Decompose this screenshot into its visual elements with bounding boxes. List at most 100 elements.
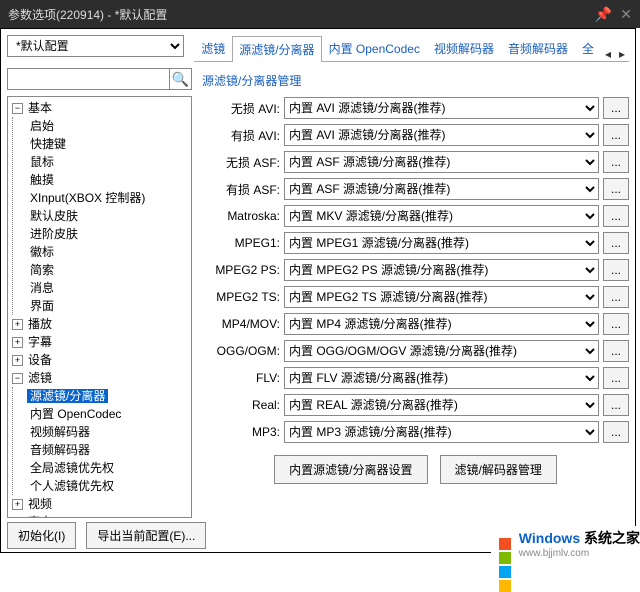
- tree-search[interactable]: 简索: [27, 263, 57, 277]
- footer: 初始化(I) 导出当前配置(E)...: [7, 522, 206, 549]
- setting-row: MPEG1:内置 MPEG1 源滤镜/分离器(推荐)...: [202, 232, 629, 254]
- setting-more-button[interactable]: ...: [603, 340, 629, 362]
- titlebar: 参数选项(220914) - *默认配置 📌 ✕: [0, 0, 640, 28]
- setting-more-button[interactable]: ...: [603, 367, 629, 389]
- setting-select[interactable]: 内置 MP3 源滤镜/分离器(推荐): [284, 421, 599, 443]
- setting-label: 无损 ASF:: [202, 154, 280, 171]
- setting-more-button[interactable]: ...: [603, 97, 629, 119]
- tree-audio[interactable]: 声音: [25, 515, 55, 518]
- setting-more-button[interactable]: ...: [603, 232, 629, 254]
- tree-filter-global[interactable]: 全局滤镜优先权: [27, 461, 117, 475]
- tab-source-splitter[interactable]: 源滤镜/分离器: [232, 36, 321, 62]
- mid-row: 🔍 −基本 启始 快捷键 鼠标 触摸 XInput(XBOX 控制器) 默认皮肤…: [1, 68, 635, 518]
- tree-basic[interactable]: 基本: [25, 101, 55, 115]
- setting-select[interactable]: 内置 MPEG2 TS 源滤镜/分离器(推荐): [284, 286, 599, 308]
- tree-filter-personal[interactable]: 个人滤镜优先权: [27, 479, 117, 493]
- tree-logo[interactable]: 徽标: [27, 245, 57, 259]
- search-input[interactable]: [8, 69, 169, 89]
- top-row: *默认配置 滤镜 源滤镜/分离器 内置 OpenCodec 视频解码器 音频解码…: [1, 29, 635, 68]
- toggle-video[interactable]: +: [12, 499, 23, 510]
- setting-select[interactable]: 内置 AVI 源滤镜/分离器(推荐): [284, 124, 599, 146]
- tab-video-decoder[interactable]: 视频解码器: [427, 35, 501, 61]
- tree-video[interactable]: 视频: [25, 497, 55, 511]
- window-title: 参数选项(220914) - *默认配置: [8, 6, 595, 23]
- setting-select[interactable]: 内置 FLV 源滤镜/分离器(推荐): [284, 367, 599, 389]
- setting-more-button[interactable]: ...: [603, 313, 629, 335]
- tab-opencodec[interactable]: 内置 OpenCodec: [322, 35, 427, 61]
- tab-audio-decoder[interactable]: 音频解码器: [501, 35, 575, 61]
- tab-scroll-right[interactable]: ▸: [615, 47, 629, 61]
- close-icon[interactable]: ✕: [620, 6, 632, 23]
- setting-label: 无损 AVI:: [202, 100, 280, 117]
- setting-more-button[interactable]: ...: [603, 178, 629, 200]
- tree-device[interactable]: 设备: [25, 353, 55, 367]
- tree-hotkey[interactable]: 快捷键: [27, 137, 69, 151]
- tree-filter[interactable]: 滤镜: [25, 371, 55, 385]
- setting-more-button[interactable]: ...: [603, 205, 629, 227]
- setting-more-button[interactable]: ...: [603, 421, 629, 443]
- toggle-audio[interactable]: +: [12, 517, 23, 518]
- setting-more-button[interactable]: ...: [603, 286, 629, 308]
- tree-skin-default[interactable]: 默认皮肤: [27, 209, 81, 223]
- tree-play[interactable]: 播放: [25, 317, 55, 331]
- left-column: 🔍 −基本 启始 快捷键 鼠标 触摸 XInput(XBOX 控制器) 默认皮肤…: [7, 68, 192, 518]
- tab-all[interactable]: 全: [575, 35, 601, 61]
- btn-filter-manage[interactable]: 滤镜/解码器管理: [440, 455, 557, 484]
- tab-filter[interactable]: 滤镜: [194, 35, 232, 61]
- toggle-filter[interactable]: −: [12, 373, 23, 384]
- watermark-text: Windows 系统之家 www.bjjmlv.com: [519, 528, 640, 559]
- setting-label: MPEG2 PS:: [202, 263, 280, 277]
- tree-subtitle[interactable]: 字幕: [25, 335, 55, 349]
- setting-more-button[interactable]: ...: [603, 259, 629, 281]
- setting-label: MPEG2 TS:: [202, 290, 280, 304]
- setting-select[interactable]: 内置 ASF 源滤镜/分离器(推荐): [284, 178, 599, 200]
- pin-icon[interactable]: 📌: [595, 6, 612, 23]
- setting-select[interactable]: 内置 OGG/OGM/OGV 源滤镜/分离器(推荐): [284, 340, 599, 362]
- search-icon[interactable]: 🔍: [169, 69, 191, 89]
- setting-row: MPEG2 PS: 内置 MPEG2 PS 源滤镜/分离器(推荐)...: [202, 259, 629, 281]
- setting-more-button[interactable]: ...: [603, 151, 629, 173]
- setting-select[interactable]: 内置 MPEG1 源滤镜/分离器(推荐): [284, 232, 599, 254]
- tree-start[interactable]: 启始: [27, 119, 57, 133]
- panel-title: 源滤镜/分离器管理: [202, 72, 629, 89]
- tree-video-decoder[interactable]: 视频解码器: [27, 425, 93, 439]
- setting-row: MP3:内置 MP3 源滤镜/分离器(推荐)...: [202, 421, 629, 443]
- setting-row: 无损 ASF:内置 ASF 源滤镜/分离器(推荐)...: [202, 151, 629, 173]
- btn-internal-settings[interactable]: 内置源滤镜/分离器设置: [274, 455, 427, 484]
- toggle-basic[interactable]: −: [12, 103, 23, 114]
- toggle-subtitle[interactable]: +: [12, 337, 23, 348]
- nav-tree[interactable]: −基本 启始 快捷键 鼠标 触摸 XInput(XBOX 控制器) 默认皮肤 进…: [7, 96, 192, 518]
- setting-select[interactable]: 内置 AVI 源滤镜/分离器(推荐): [284, 97, 599, 119]
- setting-label: OGG/OGM:: [202, 344, 280, 358]
- setting-more-button[interactable]: ...: [603, 394, 629, 416]
- setting-label: Matroska:: [202, 209, 280, 223]
- setting-more-button[interactable]: ...: [603, 124, 629, 146]
- tree-interface[interactable]: 界面: [27, 299, 57, 313]
- profile-select[interactable]: *默认配置: [7, 35, 184, 57]
- setting-row: 无损 AVI:内置 AVI 源滤镜/分离器(推荐)...: [202, 97, 629, 119]
- setting-label: 有损 AVI:: [202, 127, 280, 144]
- toggle-play[interactable]: +: [12, 319, 23, 330]
- setting-select[interactable]: 内置 REAL 源滤镜/分离器(推荐): [284, 394, 599, 416]
- setting-row: 有损 ASF:内置 ASF 源滤镜/分离器(推荐)...: [202, 178, 629, 200]
- tab-scroll-left[interactable]: ◂: [601, 47, 615, 61]
- setting-row: Matroska: 内置 MKV 源滤镜/分离器(推荐)...: [202, 205, 629, 227]
- tree-skin-adv[interactable]: 进阶皮肤: [27, 227, 81, 241]
- toggle-device[interactable]: +: [12, 355, 23, 366]
- setting-row: OGG/OGM: 内置 OGG/OGM/OGV 源滤镜/分离器(推荐)...: [202, 340, 629, 362]
- tree-audio-decoder[interactable]: 音频解码器: [27, 443, 93, 457]
- setting-select[interactable]: 内置 MKV 源滤镜/分离器(推荐): [284, 205, 599, 227]
- tree-source-splitter[interactable]: 源滤镜/分离器: [27, 389, 108, 403]
- setting-select[interactable]: 内置 MP4 源滤镜/分离器(推荐): [284, 313, 599, 335]
- tree-touch[interactable]: 触摸: [27, 173, 57, 187]
- tree-message[interactable]: 消息: [27, 281, 57, 295]
- tree-mouse[interactable]: 鼠标: [27, 155, 57, 169]
- setting-select[interactable]: 内置 ASF 源滤镜/分离器(推荐): [284, 151, 599, 173]
- setting-select[interactable]: 内置 MPEG2 PS 源滤镜/分离器(推荐): [284, 259, 599, 281]
- btn-initialize[interactable]: 初始化(I): [7, 522, 76, 549]
- btn-export[interactable]: 导出当前配置(E)...: [86, 522, 206, 549]
- panel-button-row: 内置源滤镜/分离器设置 滤镜/解码器管理: [202, 455, 629, 484]
- setting-row: Real:内置 REAL 源滤镜/分离器(推荐)...: [202, 394, 629, 416]
- tree-xinput[interactable]: XInput(XBOX 控制器): [27, 191, 148, 205]
- tree-opencodec[interactable]: 内置 OpenCodec: [27, 407, 124, 421]
